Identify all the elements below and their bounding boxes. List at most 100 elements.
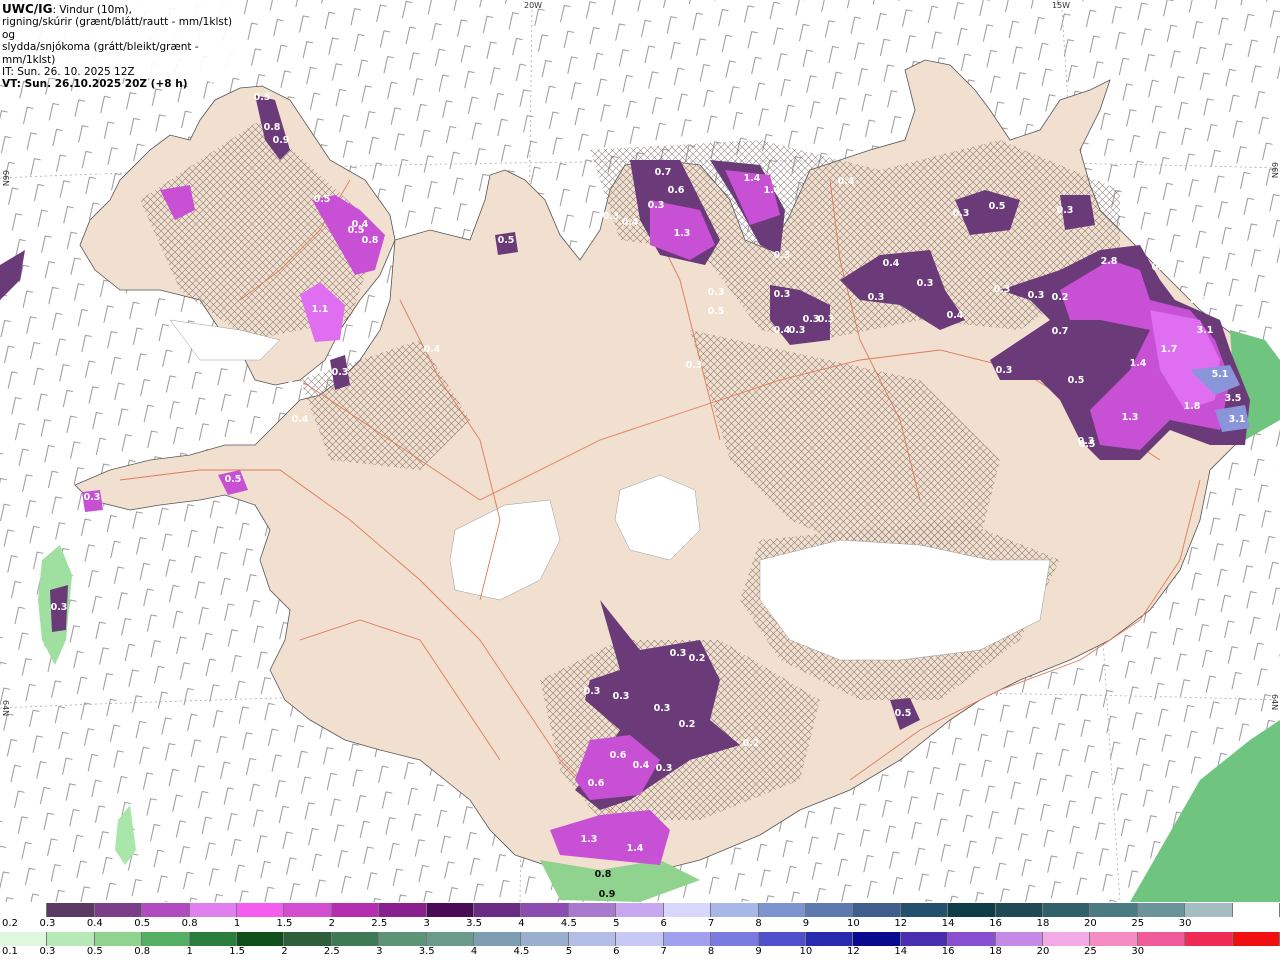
- scale-swatch: [568, 903, 617, 917]
- valid-time: VT: Sun. 26.10.2025 20Z (+8 h): [2, 78, 188, 91]
- precip-value-label: 0.5: [708, 306, 725, 317]
- scale-swatch: [616, 903, 664, 917]
- scale-swatch: [284, 903, 332, 917]
- scale-tick-label: 2.5: [323, 946, 340, 957]
- scale-tick-label: 7: [660, 946, 667, 957]
- precip-value-label: 0.4: [633, 760, 650, 771]
- precip-value-label: 0.5: [498, 235, 515, 246]
- precip-value-label: 0.3: [994, 284, 1011, 295]
- scale-tick-label: 16: [989, 918, 1002, 929]
- precip-value-label: 0.3: [868, 292, 885, 303]
- scale-swatch: [94, 903, 143, 917]
- scale-swatch: [616, 932, 664, 946]
- scale-swatch: [0, 903, 48, 917]
- product-title: UWC/IG: [2, 2, 53, 16]
- precip-value-label: 0.3: [670, 648, 687, 659]
- product-desc-line2: rigning/skúrir (grænt/blátt/rautt - mm/1…: [2, 16, 233, 41]
- scale-swatch: [379, 903, 427, 917]
- scale-swatch: [711, 932, 759, 946]
- scale-tick-label: 25: [1131, 918, 1145, 929]
- precip-value-label: 3.1: [1197, 325, 1214, 336]
- product-desc-line3: slydda/snjókoma (grátt/bleikt/grænt - mm…: [2, 41, 199, 66]
- scale-tick-label: 2.5: [371, 918, 388, 929]
- precip-value-label: 0.5: [1068, 375, 1085, 386]
- scale-tick-label: 1.5: [229, 946, 245, 957]
- scale-swatch: [948, 932, 996, 946]
- scale-swatch: [1042, 903, 1091, 917]
- precip-value-label: 0.3: [88, 169, 105, 180]
- scale-swatch: [995, 932, 1043, 946]
- precip-value-label: 0.6: [588, 778, 605, 789]
- scale-swatch: [521, 932, 569, 946]
- precip-value-label: 0.2: [1052, 292, 1069, 303]
- scale-tick-label: 16: [941, 946, 955, 957]
- precip-value-label: 3.1: [1229, 414, 1246, 425]
- scale-swatch: [189, 932, 238, 946]
- scale-tick-label: 1.5: [276, 918, 293, 929]
- scale-swatch: [1185, 903, 1233, 917]
- scale-swatch: [142, 932, 190, 946]
- scale-swatch: [237, 932, 285, 946]
- scale-tick-label: 6: [660, 918, 667, 929]
- precip-value-label: 0.3: [613, 691, 630, 702]
- scale-tick-label: 3: [376, 946, 383, 957]
- precip-value-label: 0.4: [947, 310, 964, 321]
- precip-value-label: 0.3: [789, 325, 806, 336]
- scale-swatch: [237, 903, 285, 917]
- scale-tick-label: 0.3: [39, 918, 56, 929]
- precip-value-label: 0.2: [679, 719, 696, 730]
- scale-swatch: [1232, 932, 1280, 946]
- scale-tick-label: 9: [755, 946, 762, 957]
- scale-tick-label: 4.5: [560, 918, 577, 929]
- scale-swatch: [568, 932, 617, 946]
- scale-swatch: [1137, 932, 1186, 946]
- scale-tick-label: 0.1: [2, 946, 18, 957]
- lat-64n-left-label: 64N: [1, 700, 10, 717]
- scale-tick-label: 0.5: [86, 946, 103, 957]
- precip-value-label: 0.4: [883, 258, 900, 269]
- scale-tick-label: 12: [894, 918, 908, 929]
- precip-value-label: 0.9: [599, 889, 616, 900]
- scale-swatch: [663, 903, 712, 917]
- scale-tick-label: 3.5: [418, 946, 435, 957]
- precip-value-label: 0.3: [51, 602, 68, 613]
- scale-tick-label: 20: [1083, 918, 1097, 929]
- precip-value-label: 0.8: [264, 122, 281, 133]
- scale-tick-label: 14: [894, 946, 908, 957]
- scale-tick-label: 5: [565, 946, 573, 957]
- precip-value-label: 0.3: [1057, 205, 1074, 216]
- product-subtitle: : Vindur (10m),: [52, 4, 132, 16]
- scale-swatch: [1090, 903, 1138, 917]
- scale-swatch: [0, 932, 48, 946]
- map-header: UWC/IG: Vindur (10m), rigning/skúrir (gr…: [0, 0, 240, 90]
- scale-swatch: [1232, 903, 1280, 917]
- scale-tick-label: 0.3: [39, 946, 56, 957]
- scale-swatch: [1090, 932, 1138, 946]
- scale-tick-label: 9: [802, 918, 810, 929]
- scale-tick-label: 30: [1131, 946, 1145, 957]
- snow-color-scale: [0, 903, 1280, 917]
- scale-tick-label: 18: [1036, 918, 1050, 929]
- scale-tick-label: 1: [233, 918, 241, 929]
- lat-64n-right-label: 64N: [1270, 694, 1279, 711]
- scale-swatch: [711, 903, 759, 917]
- scale-tick-label: 7: [707, 918, 715, 929]
- scale-tick-label: 0.5: [134, 918, 151, 929]
- precip-value-label: 0.9: [273, 135, 290, 146]
- precip-value-label: 0.3: [84, 492, 101, 503]
- scale-tick-label: 0.2: [2, 918, 18, 929]
- precip-value-label: 0.3: [1028, 290, 1045, 301]
- precip-value-label: 1.8: [1184, 401, 1201, 412]
- precip-value-label: 1.4: [627, 843, 644, 854]
- precip-value-label: 0.6: [668, 185, 685, 196]
- precip-value-label: 0.3: [656, 763, 673, 774]
- scale-swatch: [94, 932, 143, 946]
- precip-value-label: 0.3: [1078, 436, 1095, 447]
- scale-swatch: [379, 932, 427, 946]
- scale-tick-label: 10: [799, 946, 813, 957]
- scale-tick-label: 20: [1036, 946, 1050, 957]
- scale-swatch: [853, 903, 901, 917]
- precip-value-label: 0.3: [332, 367, 349, 378]
- scale-swatch: [900, 932, 949, 946]
- precip-value-label: 0.8: [362, 235, 379, 246]
